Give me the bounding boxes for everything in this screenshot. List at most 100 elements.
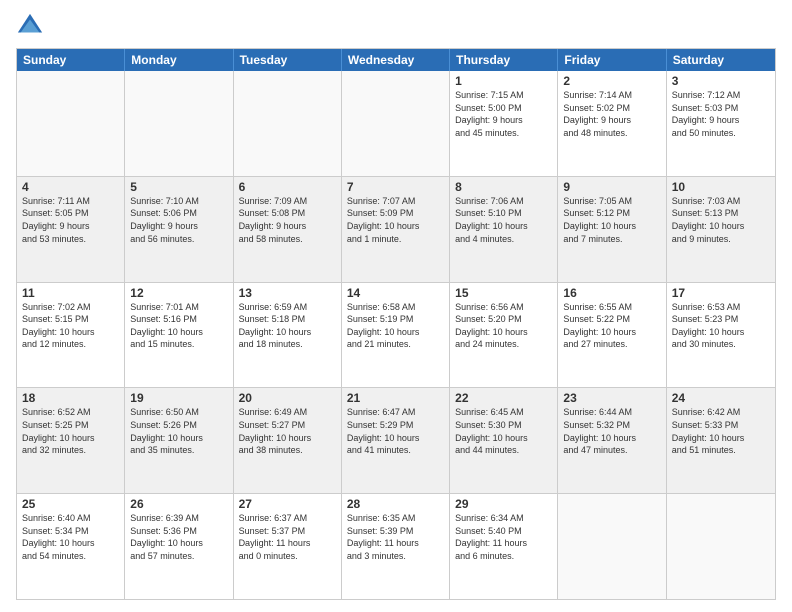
- day-number: 15: [455, 286, 552, 300]
- empty-cell: [17, 71, 125, 176]
- day-cell-1: 1Sunrise: 7:15 AMSunset: 5:00 PMDaylight…: [450, 71, 558, 176]
- day-number: 12: [130, 286, 227, 300]
- day-detail: Sunrise: 7:02 AMSunset: 5:15 PMDaylight:…: [22, 301, 119, 351]
- day-cell-22: 22Sunrise: 6:45 AMSunset: 5:30 PMDayligh…: [450, 388, 558, 493]
- day-number: 18: [22, 391, 119, 405]
- calendar: SundayMondayTuesdayWednesdayThursdayFrid…: [16, 48, 776, 600]
- header: [16, 12, 776, 40]
- day-number: 9: [563, 180, 660, 194]
- day-cell-9: 9Sunrise: 7:05 AMSunset: 5:12 PMDaylight…: [558, 177, 666, 282]
- week-row-0: 1Sunrise: 7:15 AMSunset: 5:00 PMDaylight…: [17, 71, 775, 177]
- day-detail: Sunrise: 6:37 AMSunset: 5:37 PMDaylight:…: [239, 512, 336, 562]
- day-detail: Sunrise: 6:53 AMSunset: 5:23 PMDaylight:…: [672, 301, 770, 351]
- day-detail: Sunrise: 6:50 AMSunset: 5:26 PMDaylight:…: [130, 406, 227, 456]
- day-cell-6: 6Sunrise: 7:09 AMSunset: 5:08 PMDaylight…: [234, 177, 342, 282]
- day-cell-19: 19Sunrise: 6:50 AMSunset: 5:26 PMDayligh…: [125, 388, 233, 493]
- day-number: 20: [239, 391, 336, 405]
- day-detail: Sunrise: 7:01 AMSunset: 5:16 PMDaylight:…: [130, 301, 227, 351]
- day-cell-21: 21Sunrise: 6:47 AMSunset: 5:29 PMDayligh…: [342, 388, 450, 493]
- day-cell-27: 27Sunrise: 6:37 AMSunset: 5:37 PMDayligh…: [234, 494, 342, 599]
- day-number: 23: [563, 391, 660, 405]
- day-cell-24: 24Sunrise: 6:42 AMSunset: 5:33 PMDayligh…: [667, 388, 775, 493]
- empty-cell: [342, 71, 450, 176]
- week-row-4: 25Sunrise: 6:40 AMSunset: 5:34 PMDayligh…: [17, 494, 775, 599]
- header-day-tuesday: Tuesday: [234, 49, 342, 71]
- day-number: 7: [347, 180, 444, 194]
- day-number: 21: [347, 391, 444, 405]
- day-cell-25: 25Sunrise: 6:40 AMSunset: 5:34 PMDayligh…: [17, 494, 125, 599]
- empty-cell: [125, 71, 233, 176]
- day-cell-26: 26Sunrise: 6:39 AMSunset: 5:36 PMDayligh…: [125, 494, 233, 599]
- day-detail: Sunrise: 7:05 AMSunset: 5:12 PMDaylight:…: [563, 195, 660, 245]
- day-cell-16: 16Sunrise: 6:55 AMSunset: 5:22 PMDayligh…: [558, 283, 666, 388]
- day-detail: Sunrise: 7:06 AMSunset: 5:10 PMDaylight:…: [455, 195, 552, 245]
- day-number: 1: [455, 74, 552, 88]
- day-cell-17: 17Sunrise: 6:53 AMSunset: 5:23 PMDayligh…: [667, 283, 775, 388]
- day-number: 13: [239, 286, 336, 300]
- day-number: 10: [672, 180, 770, 194]
- day-cell-14: 14Sunrise: 6:58 AMSunset: 5:19 PMDayligh…: [342, 283, 450, 388]
- day-cell-13: 13Sunrise: 6:59 AMSunset: 5:18 PMDayligh…: [234, 283, 342, 388]
- day-detail: Sunrise: 7:12 AMSunset: 5:03 PMDaylight:…: [672, 89, 770, 139]
- day-cell-3: 3Sunrise: 7:12 AMSunset: 5:03 PMDaylight…: [667, 71, 775, 176]
- logo-icon: [16, 12, 44, 40]
- week-row-2: 11Sunrise: 7:02 AMSunset: 5:15 PMDayligh…: [17, 283, 775, 389]
- day-cell-8: 8Sunrise: 7:06 AMSunset: 5:10 PMDaylight…: [450, 177, 558, 282]
- day-number: 27: [239, 497, 336, 511]
- day-detail: Sunrise: 6:58 AMSunset: 5:19 PMDaylight:…: [347, 301, 444, 351]
- day-number: 19: [130, 391, 227, 405]
- day-detail: Sunrise: 7:03 AMSunset: 5:13 PMDaylight:…: [672, 195, 770, 245]
- day-detail: Sunrise: 7:15 AMSunset: 5:00 PMDaylight:…: [455, 89, 552, 139]
- header-day-saturday: Saturday: [667, 49, 775, 71]
- day-number: 6: [239, 180, 336, 194]
- header-day-wednesday: Wednesday: [342, 49, 450, 71]
- empty-cell: [558, 494, 666, 599]
- day-number: 5: [130, 180, 227, 194]
- day-detail: Sunrise: 6:56 AMSunset: 5:20 PMDaylight:…: [455, 301, 552, 351]
- header-day-friday: Friday: [558, 49, 666, 71]
- calendar-body: 1Sunrise: 7:15 AMSunset: 5:00 PMDaylight…: [17, 71, 775, 599]
- day-detail: Sunrise: 7:11 AMSunset: 5:05 PMDaylight:…: [22, 195, 119, 245]
- day-cell-18: 18Sunrise: 6:52 AMSunset: 5:25 PMDayligh…: [17, 388, 125, 493]
- day-cell-15: 15Sunrise: 6:56 AMSunset: 5:20 PMDayligh…: [450, 283, 558, 388]
- day-cell-2: 2Sunrise: 7:14 AMSunset: 5:02 PMDaylight…: [558, 71, 666, 176]
- day-number: 29: [455, 497, 552, 511]
- day-cell-11: 11Sunrise: 7:02 AMSunset: 5:15 PMDayligh…: [17, 283, 125, 388]
- day-cell-5: 5Sunrise: 7:10 AMSunset: 5:06 PMDaylight…: [125, 177, 233, 282]
- day-number: 25: [22, 497, 119, 511]
- day-cell-29: 29Sunrise: 6:34 AMSunset: 5:40 PMDayligh…: [450, 494, 558, 599]
- header-day-thursday: Thursday: [450, 49, 558, 71]
- empty-cell: [667, 494, 775, 599]
- header-day-monday: Monday: [125, 49, 233, 71]
- day-number: 24: [672, 391, 770, 405]
- day-detail: Sunrise: 6:47 AMSunset: 5:29 PMDaylight:…: [347, 406, 444, 456]
- day-detail: Sunrise: 6:42 AMSunset: 5:33 PMDaylight:…: [672, 406, 770, 456]
- day-cell-4: 4Sunrise: 7:11 AMSunset: 5:05 PMDaylight…: [17, 177, 125, 282]
- day-number: 3: [672, 74, 770, 88]
- day-detail: Sunrise: 7:09 AMSunset: 5:08 PMDaylight:…: [239, 195, 336, 245]
- day-detail: Sunrise: 6:55 AMSunset: 5:22 PMDaylight:…: [563, 301, 660, 351]
- day-number: 8: [455, 180, 552, 194]
- day-number: 16: [563, 286, 660, 300]
- day-number: 17: [672, 286, 770, 300]
- day-detail: Sunrise: 7:14 AMSunset: 5:02 PMDaylight:…: [563, 89, 660, 139]
- week-row-1: 4Sunrise: 7:11 AMSunset: 5:05 PMDaylight…: [17, 177, 775, 283]
- calendar-header: SundayMondayTuesdayWednesdayThursdayFrid…: [17, 49, 775, 71]
- day-number: 11: [22, 286, 119, 300]
- week-row-3: 18Sunrise: 6:52 AMSunset: 5:25 PMDayligh…: [17, 388, 775, 494]
- day-detail: Sunrise: 6:52 AMSunset: 5:25 PMDaylight:…: [22, 406, 119, 456]
- day-cell-28: 28Sunrise: 6:35 AMSunset: 5:39 PMDayligh…: [342, 494, 450, 599]
- day-cell-23: 23Sunrise: 6:44 AMSunset: 5:32 PMDayligh…: [558, 388, 666, 493]
- logo: [16, 12, 48, 40]
- day-number: 14: [347, 286, 444, 300]
- day-number: 4: [22, 180, 119, 194]
- day-number: 22: [455, 391, 552, 405]
- day-number: 2: [563, 74, 660, 88]
- header-day-sunday: Sunday: [17, 49, 125, 71]
- day-number: 26: [130, 497, 227, 511]
- day-detail: Sunrise: 6:39 AMSunset: 5:36 PMDaylight:…: [130, 512, 227, 562]
- day-cell-7: 7Sunrise: 7:07 AMSunset: 5:09 PMDaylight…: [342, 177, 450, 282]
- page: SundayMondayTuesdayWednesdayThursdayFrid…: [0, 0, 792, 612]
- day-detail: Sunrise: 7:10 AMSunset: 5:06 PMDaylight:…: [130, 195, 227, 245]
- day-detail: Sunrise: 6:49 AMSunset: 5:27 PMDaylight:…: [239, 406, 336, 456]
